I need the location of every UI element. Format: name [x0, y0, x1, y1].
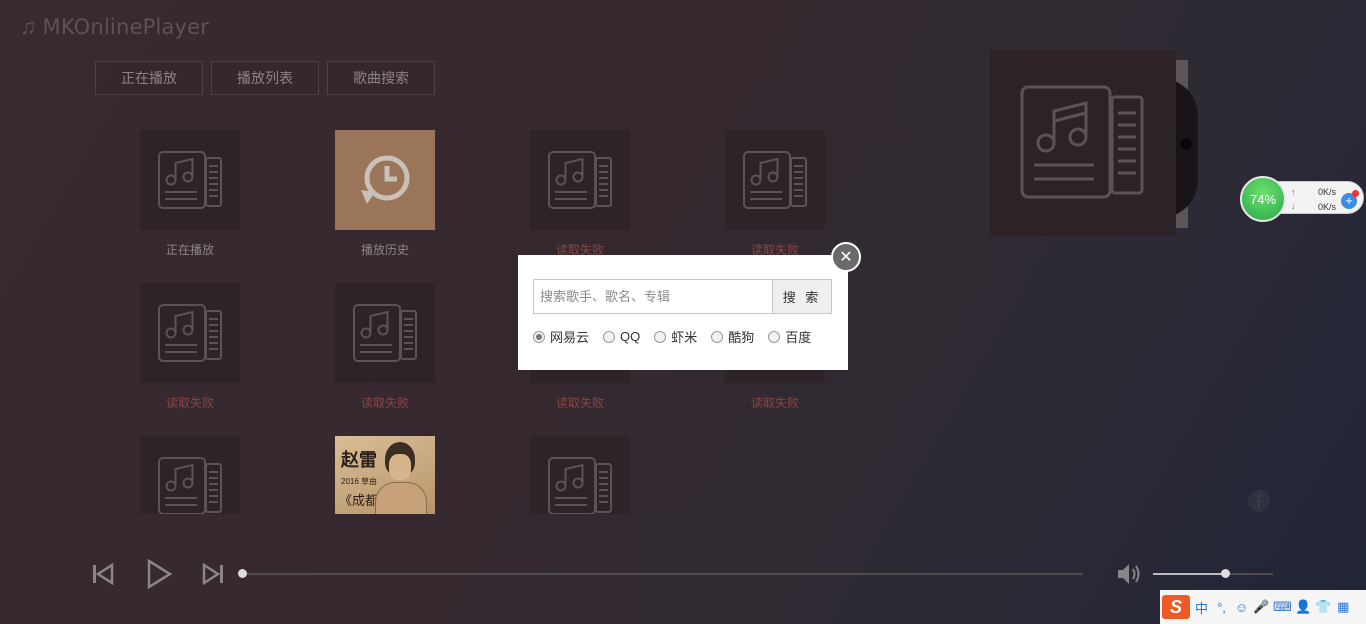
- ime-skin-icon[interactable]: 👕: [1315, 599, 1332, 615]
- playlist-label: 读取失败: [555, 396, 604, 410]
- music-list-icon: [353, 304, 417, 362]
- playlist-cover[interactable]: [140, 436, 240, 514]
- ime-user-icon[interactable]: 👤: [1295, 599, 1312, 615]
- source-option[interactable]: 虾米: [654, 327, 697, 346]
- search-dialog: 搜 索 网易云 QQ 虾米 酷狗 百度: [518, 255, 848, 370]
- progress-knob[interactable]: [238, 569, 247, 578]
- playlist-cover[interactable]: [140, 283, 240, 383]
- history-icon: [361, 155, 410, 204]
- album-photo: 赵雷 2016 草由 《成都》: [335, 436, 435, 514]
- playlist-label: 读取失败: [165, 396, 214, 410]
- source-option[interactable]: 网易云: [533, 327, 589, 346]
- playlist-tile[interactable]: 赵雷 2016 草由 《成都》: [335, 436, 435, 514]
- volume-slider[interactable]: [1153, 573, 1273, 575]
- playlist-tile[interactable]: 读取失败: [725, 130, 825, 258]
- playlist-tile[interactable]: 播放历史: [335, 130, 435, 258]
- upload-arrow-icon: ↑: [1291, 187, 1296, 197]
- playlist-cover[interactable]: [335, 283, 435, 383]
- source-option[interactable]: QQ: [603, 329, 640, 344]
- radio-icon[interactable]: [768, 330, 781, 343]
- search-input[interactable]: [533, 279, 773, 314]
- ime-keyboard-icon[interactable]: ⌨: [1273, 599, 1292, 615]
- ime-toolbar: S 中 °, ☺ 🎤 ⌨ 👤 👕 ▦: [1160, 590, 1366, 624]
- playlist-label: 读取失败: [750, 396, 799, 410]
- playlist-cover[interactable]: [140, 130, 240, 230]
- ime-punctuation-icon[interactable]: °,: [1213, 600, 1230, 615]
- radio-icon[interactable]: [533, 330, 545, 343]
- download-arrow-icon: ↓: [1291, 201, 1296, 211]
- music-list-icon: [548, 151, 612, 209]
- music-list-icon: [743, 151, 807, 209]
- music-list-icon: [1020, 85, 1144, 199]
- vinyl-disc-center: [1180, 138, 1192, 150]
- album-cover: [990, 50, 1176, 236]
- source-option[interactable]: 百度: [768, 327, 811, 346]
- playlist-tile[interactable]: 读取失败: [530, 130, 630, 258]
- previous-track-icon[interactable]: [92, 563, 114, 585]
- playlist-cover[interactable]: [530, 436, 630, 514]
- playlist-tile[interactable]: 正在播放: [140, 130, 240, 258]
- radio-icon[interactable]: [603, 330, 616, 343]
- playlist-cover[interactable]: 赵雷 2016 草由 《成都》: [335, 436, 435, 514]
- radio-icon[interactable]: [711, 330, 724, 343]
- playlist-tile[interactable]: 读取失败: [140, 283, 240, 411]
- download-speed: 0K/s: [1318, 202, 1337, 212]
- play-icon[interactable]: [146, 559, 172, 589]
- source-label: QQ: [620, 329, 641, 344]
- photo-text-year: 2016 草由: [341, 477, 378, 486]
- upload-speed: 0K/s: [1318, 187, 1337, 197]
- speed-percent: 74%: [1240, 176, 1286, 222]
- nav-button-bar: 正在播放 播放列表 歌曲搜索: [95, 61, 435, 95]
- playlist-label: 播放历史: [360, 243, 409, 257]
- sogou-ime-icon[interactable]: S: [1162, 595, 1190, 619]
- notification-dot: [1352, 190, 1359, 197]
- ime-emoji-icon[interactable]: ☺: [1233, 600, 1250, 615]
- radio-icon[interactable]: [654, 330, 667, 343]
- playlist-label: 正在播放: [165, 243, 214, 257]
- playlist-button[interactable]: 播放列表: [211, 61, 319, 95]
- source-options: 网易云 QQ 虾米 酷狗 百度: [533, 327, 811, 346]
- playlist-tile[interactable]: 读取失败: [335, 283, 435, 411]
- more-options-icon[interactable]: ⋮: [1248, 490, 1270, 512]
- photo-text-artist: 赵雷: [341, 450, 377, 470]
- app-title: MKOnlinePlayer: [42, 15, 210, 39]
- playlist-label: 读取失败: [360, 396, 409, 410]
- volume-knob[interactable]: [1221, 569, 1230, 578]
- source-label: 虾米: [671, 330, 698, 345]
- playlist-cover[interactable]: [530, 130, 630, 230]
- search-button[interactable]: 搜 索: [772, 279, 832, 314]
- playlist-cover[interactable]: [335, 130, 435, 230]
- next-track-icon[interactable]: [202, 563, 224, 585]
- volume-icon[interactable]: [1116, 562, 1142, 586]
- source-label: 百度: [785, 330, 812, 345]
- playlist-cover[interactable]: [725, 130, 825, 230]
- progress-bar[interactable]: [242, 573, 1083, 575]
- ime-voice-icon[interactable]: 🎤: [1253, 599, 1270, 615]
- ime-toolbox-icon[interactable]: ▦: [1335, 599, 1352, 615]
- source-option[interactable]: 酷狗: [711, 327, 754, 346]
- now-playing-button[interactable]: 正在播放: [95, 61, 203, 95]
- ime-chinese-mode[interactable]: 中: [1193, 598, 1210, 617]
- playlist-tile[interactable]: [530, 436, 630, 514]
- volume-fill: [1153, 573, 1225, 575]
- music-list-icon: [158, 457, 222, 514]
- playlist-tile[interactable]: [140, 436, 240, 514]
- song-search-button[interactable]: 歌曲搜索: [327, 61, 435, 95]
- music-list-icon: [158, 151, 222, 209]
- music-note-icon: ♫: [20, 14, 37, 39]
- source-label: 酷狗: [728, 330, 755, 345]
- music-list-icon: [548, 457, 612, 514]
- app-logo: ♫ MKOnlinePlayer: [20, 14, 209, 40]
- close-icon[interactable]: ✕: [831, 242, 861, 272]
- network-speed-widget[interactable]: ↑ ↓ 0K/s 0K/s + 74%: [1240, 176, 1364, 222]
- music-list-icon: [158, 304, 222, 362]
- source-label: 网易云: [550, 330, 590, 345]
